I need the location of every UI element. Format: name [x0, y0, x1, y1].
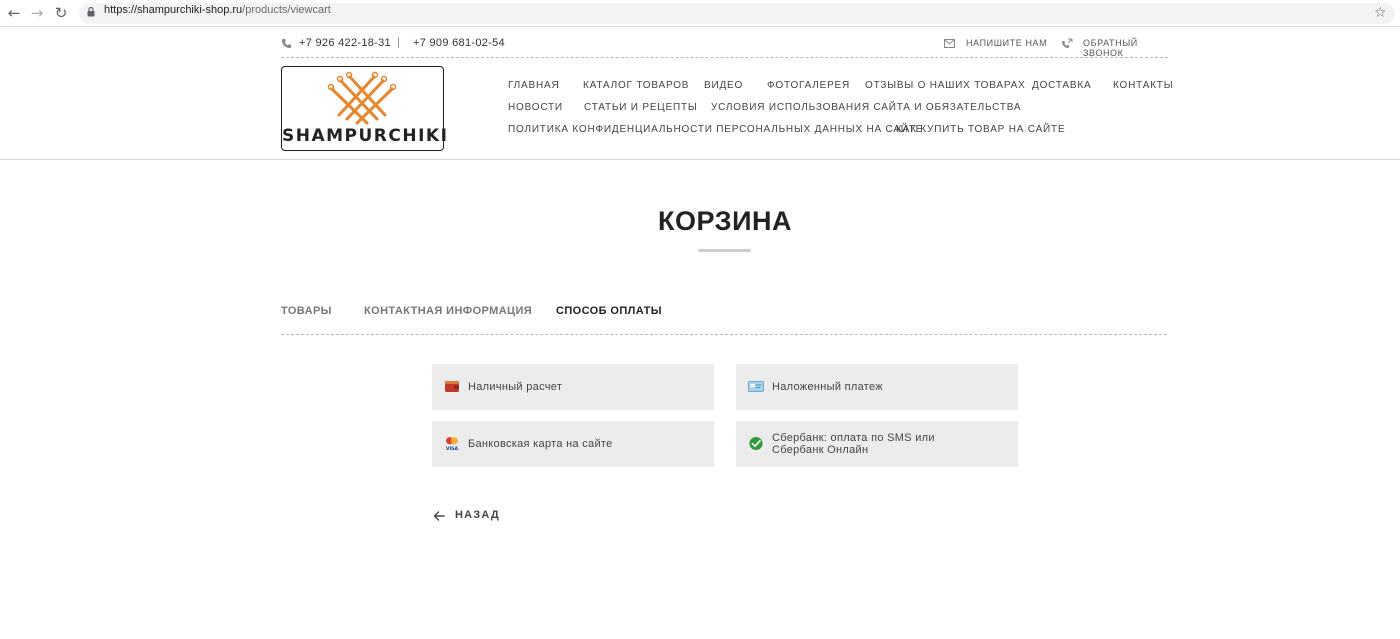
back-label: НАЗАД	[455, 509, 500, 521]
card-icon	[748, 381, 764, 392]
menu-item-reviews[interactable]: ОТЗЫВЫ О НАШИХ ТОВАРАХ	[865, 80, 1026, 92]
wallet-icon	[445, 381, 459, 392]
lock-icon	[87, 7, 95, 17]
payment-label-cod: Наложенный платеж	[772, 381, 883, 393]
envelope-icon	[944, 39, 955, 48]
payment-label-bank-card: Банковская карта на сайте	[468, 438, 613, 450]
callback-phone-icon	[1062, 38, 1073, 48]
bookmark-star-icon[interactable]: ☆	[1374, 4, 1387, 22]
menu-item-articles[interactable]: СТАТЬИ И РЕЦЕПТЫ	[584, 102, 698, 114]
tab-payment-method[interactable]: СПОСОБ ОПЛАТЫ	[556, 305, 662, 317]
menu-item-home[interactable]: ГЛАВНАЯ	[508, 80, 559, 92]
payment-option-cash[interactable]: Наличный расчет	[432, 364, 714, 410]
callback-link[interactable]: ОБРАТНЫЙ ЗВОНОК	[1083, 38, 1168, 58]
url-domain: https://shampurchiki-shop.ru	[104, 4, 243, 16]
forward-arrow-icon[interactable]: →	[28, 4, 46, 22]
back-arrow-icon[interactable]: ←	[5, 4, 23, 22]
payment-option-sberbank[interactable]: Сбербанк: оплата по SMS или Сбербанк Онл…	[736, 421, 1018, 467]
phone-number-2[interactable]: +7 909 681-02-54	[413, 37, 505, 49]
menu-item-gallery[interactable]: ФОТОГАЛЕРЕЯ	[767, 80, 850, 92]
payment-option-bank-card[interactable]: VISA Банковская карта на сайте	[432, 421, 714, 467]
sberbank-icon	[749, 436, 763, 451]
svg-text:VISA: VISA	[446, 446, 459, 451]
phone-icon	[281, 38, 292, 49]
skewers-logo-icon	[327, 71, 397, 125]
tab-contact-info[interactable]: КОНТАКТНАЯ ИНФОРМАЦИЯ	[364, 305, 532, 317]
phone-divider	[398, 37, 399, 48]
menu-item-video[interactable]: ВИДЕО	[704, 80, 743, 92]
reload-icon[interactable]: ↻	[52, 4, 70, 22]
title-underline	[698, 249, 751, 252]
menu-item-contacts[interactable]: КОНТАКТЫ	[1113, 80, 1173, 92]
contact-bar: +7 926 422-18-31 +7 909 681-02-54 НАПИШИ…	[281, 34, 1168, 58]
url-text[interactable]: https://shampurchiki-shop.ru/products/vi…	[104, 4, 331, 17]
menu-item-privacy[interactable]: ПОЛИТИКА КОНФИДЕНЦИАЛЬНОСТИ ПЕРСОНАЛЬНЫХ…	[508, 124, 923, 136]
url-path: /products/viewcart	[242, 4, 331, 16]
payment-label-cash: Наличный расчет	[468, 381, 563, 393]
payment-label-sberbank-line1: Сбербанк: оплата по SMS или	[772, 432, 935, 444]
payment-label-sberbank-line2: Сбербанк Онлайн	[772, 444, 869, 456]
tabs-divider	[281, 334, 1167, 335]
arrow-left-icon	[433, 511, 445, 521]
phone-number-1[interactable]: +7 926 422-18-31	[299, 37, 391, 49]
menu-item-how-to-buy[interactable]: КАК КУПИТЬ ТОВАР НА САЙТЕ	[896, 124, 1065, 136]
menu-item-catalog[interactable]: КАТАЛОГ ТОВАРОВ	[583, 80, 689, 92]
menu-item-news[interactable]: НОВОСТИ	[508, 102, 563, 114]
menu-item-delivery[interactable]: ДОСТАВКА	[1032, 80, 1091, 92]
browser-toolbar: ← → ↻ https://shampurchiki-shop.ru/produ…	[0, 0, 1400, 27]
site-logo[interactable]: SHAMPURCHIKI	[281, 66, 449, 151]
header-divider	[0, 159, 1400, 160]
page-title: КОРЗИНА	[658, 206, 792, 236]
menu-item-terms[interactable]: УСЛОВИЯ ИСПОЛЬЗОВАНИЯ САЙТА И ОБЯЗАТЕЛЬС…	[711, 102, 1021, 114]
mastercard-visa-icon: VISA	[446, 437, 459, 451]
payment-option-cod[interactable]: Наложенный платеж	[736, 364, 1018, 410]
tab-goods[interactable]: ТОВАРЫ	[281, 305, 332, 317]
logo-text: SHAMPURCHIKI	[282, 126, 449, 146]
write-us-link[interactable]: НАПИШИТЕ НАМ	[966, 38, 1047, 48]
